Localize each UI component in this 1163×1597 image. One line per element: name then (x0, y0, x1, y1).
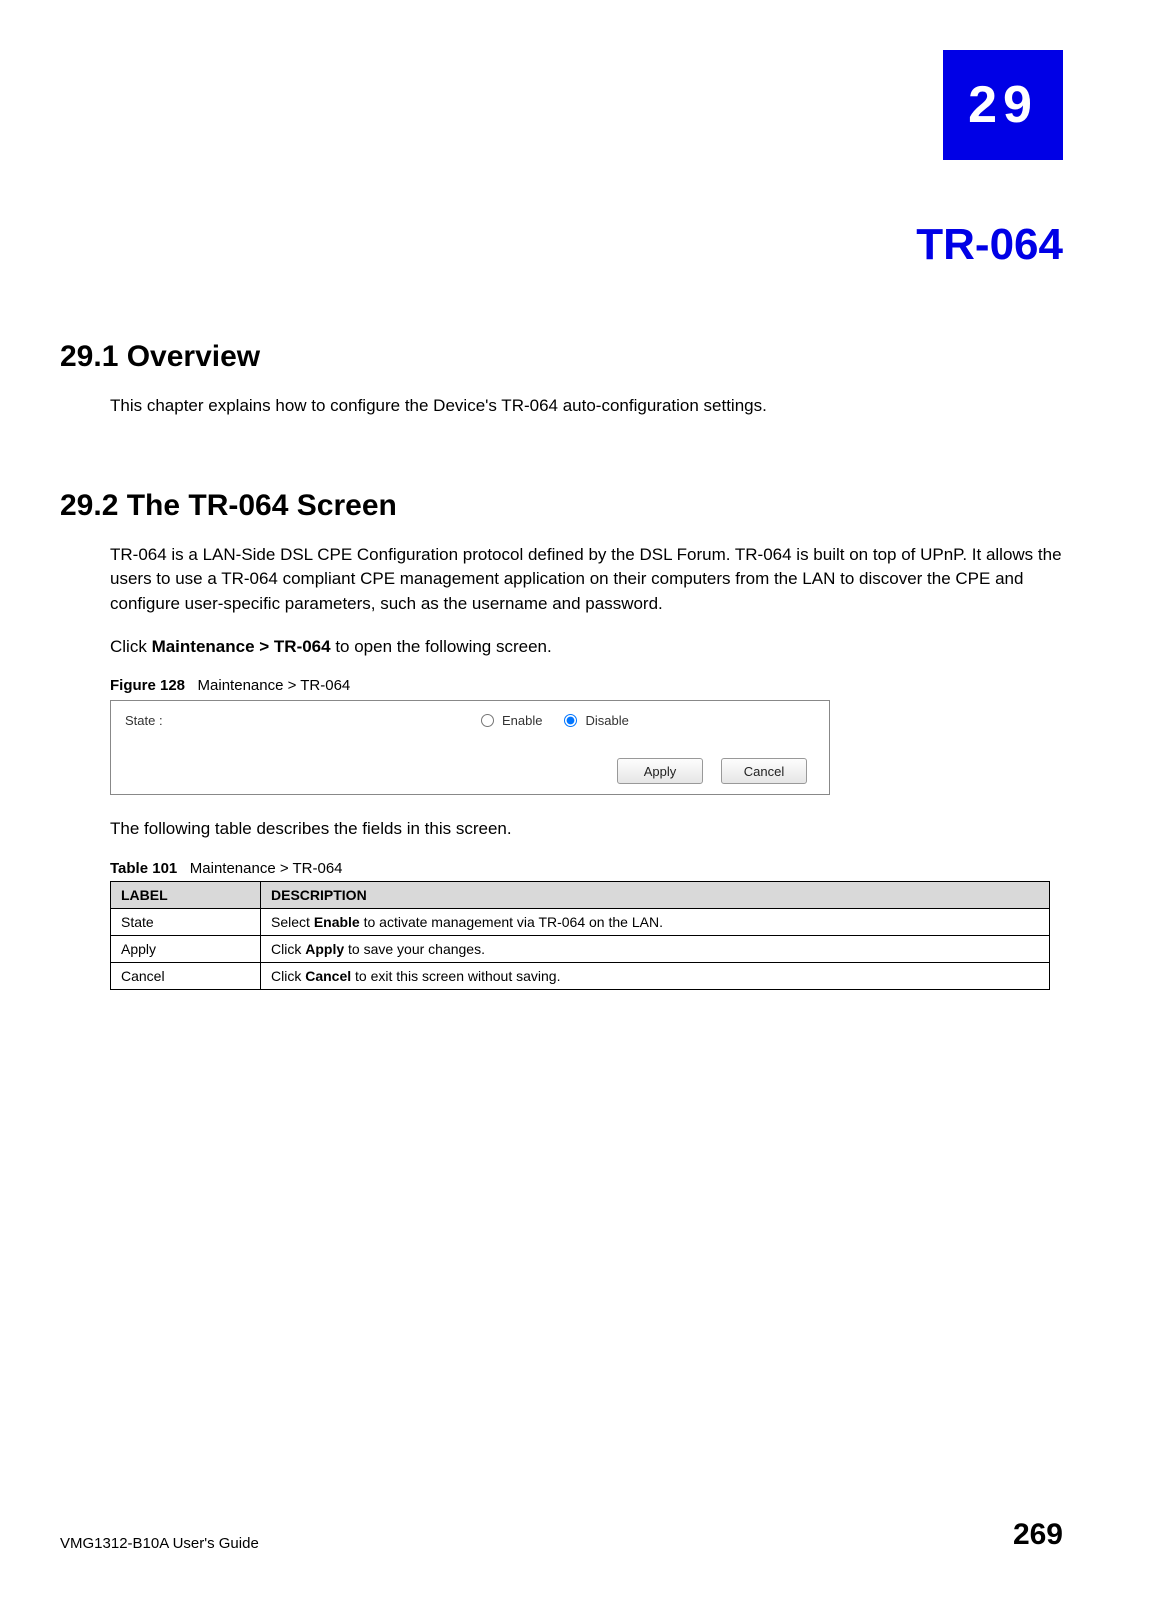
radio-group: Enable Disable (463, 713, 629, 728)
table-row: Cancel Click Cancel to exit this screen … (111, 962, 1050, 989)
chapter-title: TR-064 (60, 220, 1063, 270)
state-row: State : Enable Disable (125, 713, 815, 728)
screen-body-2-pre: Click (110, 637, 152, 656)
screen-body-2-bold: Maintenance > TR-064 (152, 637, 331, 656)
table-cell-desc: Click Apply to save your changes. (261, 935, 1050, 962)
desc-bold: Cancel (305, 968, 351, 984)
state-label: State : (125, 713, 455, 728)
screen-body-1: TR-064 is a LAN-Side DSL CPE Configurati… (110, 543, 1063, 617)
screen-body-2-post: to open the following screen. (331, 637, 552, 656)
figure-label: Figure 128 (110, 677, 185, 694)
table-cell-desc: Select Enable to activate management via… (261, 908, 1050, 935)
table-header-label: LABEL (111, 881, 261, 908)
section-heading-screen: 29.2 The TR-064 Screen (60, 489, 1063, 523)
desc-bold: Apply (305, 941, 344, 957)
enable-radio-label: Enable (502, 713, 542, 728)
screen-body-2: Click Maintenance > TR-064 to open the f… (110, 635, 1063, 660)
screenshot-figure: State : Enable Disable Apply Cancel (110, 700, 830, 795)
page: 29 TR-064 29.1 Overview This chapter exp… (0, 0, 1163, 1597)
enable-radio[interactable] (481, 714, 494, 727)
desc-pre: Select (271, 914, 314, 930)
desc-post: to save your changes. (344, 941, 485, 957)
screen-body-3: The following table describes the fields… (110, 817, 1063, 842)
fields-table: LABEL DESCRIPTION State Select Enable to… (110, 881, 1050, 990)
table-cell-label: Apply (111, 935, 261, 962)
table-header-row: LABEL DESCRIPTION (111, 881, 1050, 908)
disable-radio-label: Disable (585, 713, 628, 728)
section-heading-overview: 29.1 Overview (60, 340, 1063, 374)
desc-post: to activate management via TR-064 on the… (360, 914, 663, 930)
figure-caption: Figure 128 Maintenance > TR-064 (110, 677, 1063, 694)
button-row: Apply Cancel (125, 758, 815, 784)
apply-button[interactable]: Apply (617, 758, 703, 784)
table-label: Table 101 (110, 860, 177, 877)
table-cell-desc: Click Cancel to exit this screen without… (261, 962, 1050, 989)
figure-caption-text: Maintenance > TR-064 (198, 677, 351, 694)
table-header-description: DESCRIPTION (261, 881, 1050, 908)
desc-pre: Click (271, 941, 305, 957)
overview-body: This chapter explains how to configure t… (110, 394, 1063, 419)
desc-bold: Enable (314, 914, 360, 930)
chapter-badge: 29 (943, 50, 1063, 160)
table-cell-label: State (111, 908, 261, 935)
cancel-button[interactable]: Cancel (721, 758, 807, 784)
disable-radio[interactable] (564, 714, 577, 727)
chapter-number: 29 (968, 75, 1038, 135)
footer-guide: VMG1312-B10A User's Guide (60, 1535, 259, 1552)
table-caption-text: Maintenance > TR-064 (190, 860, 343, 877)
footer: VMG1312-B10A User's Guide 269 (60, 1518, 1063, 1552)
page-number: 269 (1013, 1518, 1063, 1552)
table-row: State Select Enable to activate manageme… (111, 908, 1050, 935)
table-row: Apply Click Apply to save your changes. (111, 935, 1050, 962)
desc-pre: Click (271, 968, 305, 984)
table-caption: Table 101 Maintenance > TR-064 (110, 860, 1063, 877)
desc-post: to exit this screen without saving. (351, 968, 560, 984)
table-cell-label: Cancel (111, 962, 261, 989)
